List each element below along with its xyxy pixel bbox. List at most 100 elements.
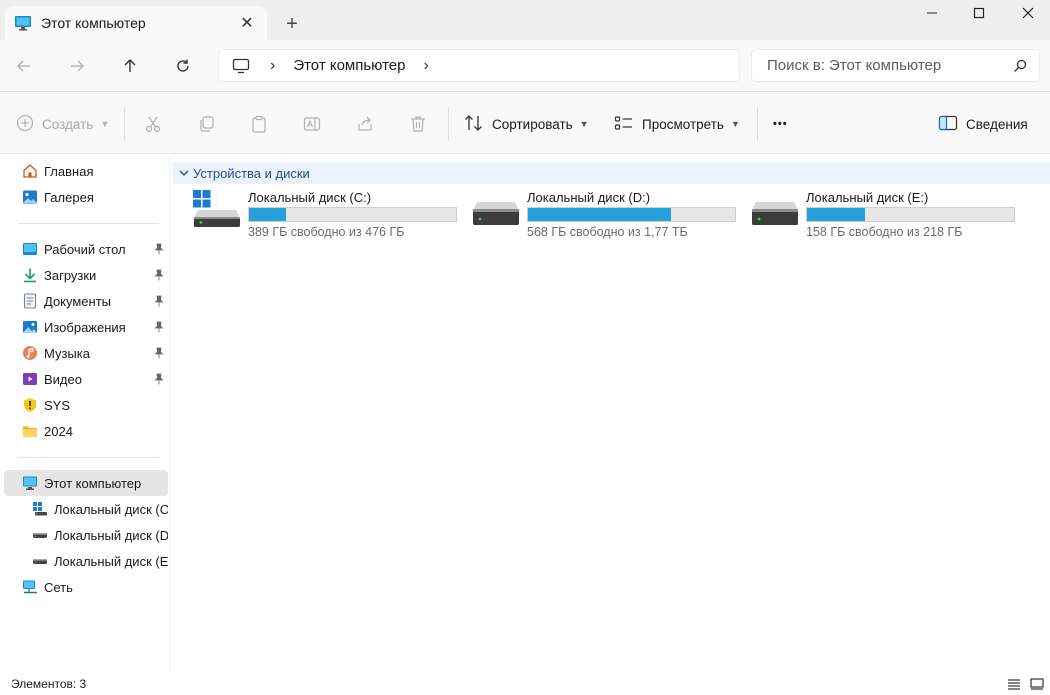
sidebar-item-drive-c[interactable]: Локальный диск (C: (0, 496, 168, 522)
drive-usage-bar (527, 207, 736, 222)
details-pane-icon (938, 115, 958, 134)
address-bar[interactable]: › Этот компьютер › (218, 49, 740, 82)
tiles-view-button[interactable] (1028, 675, 1046, 693)
sidebar-item-sys[interactable]: SYS (0, 392, 168, 418)
pictures-icon (22, 319, 38, 335)
computer-icon (14, 14, 32, 32)
rename-button[interactable] (299, 111, 325, 137)
drive-icon (752, 202, 798, 225)
folder-icon (22, 423, 38, 439)
close-tab-icon[interactable]: ✕ (237, 13, 257, 33)
sidebar-item-network[interactable]: Сеть (0, 574, 168, 600)
navigation-bar: › Этот компьютер › Поиск в: Этот компьют… (0, 40, 1050, 92)
maximize-button[interactable] (955, 0, 1003, 26)
pin-icon[interactable] (154, 347, 164, 359)
divider (18, 223, 159, 224)
back-button[interactable] (10, 52, 38, 80)
sort-button[interactable]: Сортировать ▼ (464, 111, 589, 137)
details-button[interactable]: Сведения (938, 111, 1028, 137)
chevron-down-icon: ▼ (730, 119, 740, 129)
sidebar-item-label: Сеть (44, 580, 73, 595)
sidebar-item-label: Галерея (44, 190, 94, 205)
sidebar-item-label: Видео (44, 372, 82, 387)
tab-this-pc[interactable]: Этот компьютер ✕ (5, 6, 267, 40)
minimize-button[interactable] (908, 0, 956, 26)
warning-drive-icon (22, 397, 38, 413)
windows-drive-icon (32, 501, 48, 517)
drive-name: Локальный диск (C:) (248, 190, 372, 205)
view-label: Просмотреть (642, 116, 724, 132)
view-button[interactable]: Просмотреть ▼ (614, 111, 740, 137)
windows-drive-icon (193, 190, 240, 227)
new-tab-button[interactable]: + (280, 12, 304, 36)
home-icon (22, 163, 38, 179)
chevron-down-icon[interactable] (179, 169, 189, 177)
drive-free-space: 389 ГБ свободно из 476 ГБ (248, 225, 405, 239)
sidebar-item-gallery[interactable]: Галерея (0, 184, 168, 210)
chevron-right-icon[interactable]: › (424, 57, 429, 75)
refresh-button[interactable] (169, 52, 197, 80)
drive-tile-e[interactable]: Локальный диск (E:) 158 ГБ свободно из 2… (751, 188, 1023, 244)
drive-tile-c[interactable]: Локальный диск (C:) 389 ГБ свободно из 4… (193, 188, 465, 244)
command-bar: Создать ▼ Сортировать ▼ Просмотреть ▼ ••… (0, 93, 1050, 154)
sidebar-item-label: Музыка (44, 346, 90, 361)
group-header-devices[interactable]: Устройства и диски (173, 162, 1050, 184)
sidebar-item-home[interactable]: Главная (0, 158, 168, 184)
paste-button[interactable] (246, 111, 272, 137)
desktop-icon (22, 241, 38, 257)
drive-tile-d[interactable]: Локальный диск (D:) 568 ГБ свободно из 1… (472, 188, 744, 244)
separator (124, 107, 125, 141)
sidebar-item-label: Локальный диск (E: (54, 554, 168, 569)
items-count: Элементов: 3 (11, 677, 87, 691)
share-button[interactable] (352, 111, 378, 137)
scissors-icon (145, 116, 161, 133)
close-window-button[interactable] (1004, 0, 1050, 26)
sort-icon (464, 114, 484, 135)
sidebar-item-2024[interactable]: 2024 (0, 418, 168, 444)
delete-button[interactable] (405, 111, 431, 137)
cut-button[interactable] (140, 111, 166, 137)
sidebar-item-pictures[interactable]: Изображения (0, 314, 168, 340)
drive-name: Локальный диск (D:) (527, 190, 651, 205)
sidebar-item-drive-d[interactable]: Локальный диск (D (0, 522, 168, 548)
sidebar-item-this-pc[interactable]: Этот компьютер (4, 470, 168, 496)
computer-icon (232, 58, 252, 74)
divider (18, 457, 159, 458)
sidebar-item-label: Рабочий стол (44, 242, 126, 257)
sort-label: Сортировать (492, 116, 573, 132)
sidebar-item-label: 2024 (44, 424, 73, 439)
pin-icon[interactable] (154, 321, 164, 333)
share-icon (358, 116, 372, 131)
pin-icon[interactable] (154, 295, 164, 307)
pin-icon[interactable] (154, 269, 164, 281)
sidebar-item-downloads[interactable]: Загрузки (0, 262, 168, 288)
separator (448, 107, 449, 141)
title-bar: Этот компьютер ✕ + (0, 0, 1050, 40)
search-icon (1013, 59, 1027, 73)
sidebar-item-drive-e[interactable]: Локальный диск (E: (0, 548, 168, 574)
sidebar-item-desktop[interactable]: Рабочий стол (0, 236, 168, 262)
pin-icon[interactable] (154, 243, 164, 255)
chevron-right-icon[interactable]: › (270, 57, 275, 75)
copy-icon (200, 116, 214, 132)
sidebar-item-music[interactable]: Музыка (0, 340, 168, 366)
drive-free-space: 158 ГБ свободно из 218 ГБ (806, 225, 963, 239)
details-view-button[interactable] (1005, 675, 1023, 693)
sidebar-item-videos[interactable]: Видео (0, 366, 168, 392)
copy-button[interactable] (193, 111, 219, 137)
create-button[interactable]: Создать ▼ (16, 111, 109, 137)
forward-button[interactable] (63, 52, 91, 80)
computer-icon (22, 475, 38, 491)
network-icon (22, 579, 38, 595)
breadcrumb-this-pc[interactable]: Этот компьютер (293, 57, 405, 74)
more-options-button[interactable]: ••• (773, 111, 788, 137)
sidebar-item-documents[interactable]: Документы (0, 288, 168, 314)
up-button[interactable] (116, 52, 144, 80)
search-input[interactable]: Поиск в: Этот компьютер (751, 49, 1040, 82)
pin-icon[interactable] (154, 373, 164, 385)
sidebar-item-label: Главная (44, 164, 94, 179)
drive-free-space: 568 ГБ свободно из 1,77 ТБ (527, 225, 688, 239)
video-icon (22, 371, 38, 387)
download-icon (22, 267, 38, 283)
tiles-view-icon (1030, 678, 1044, 690)
